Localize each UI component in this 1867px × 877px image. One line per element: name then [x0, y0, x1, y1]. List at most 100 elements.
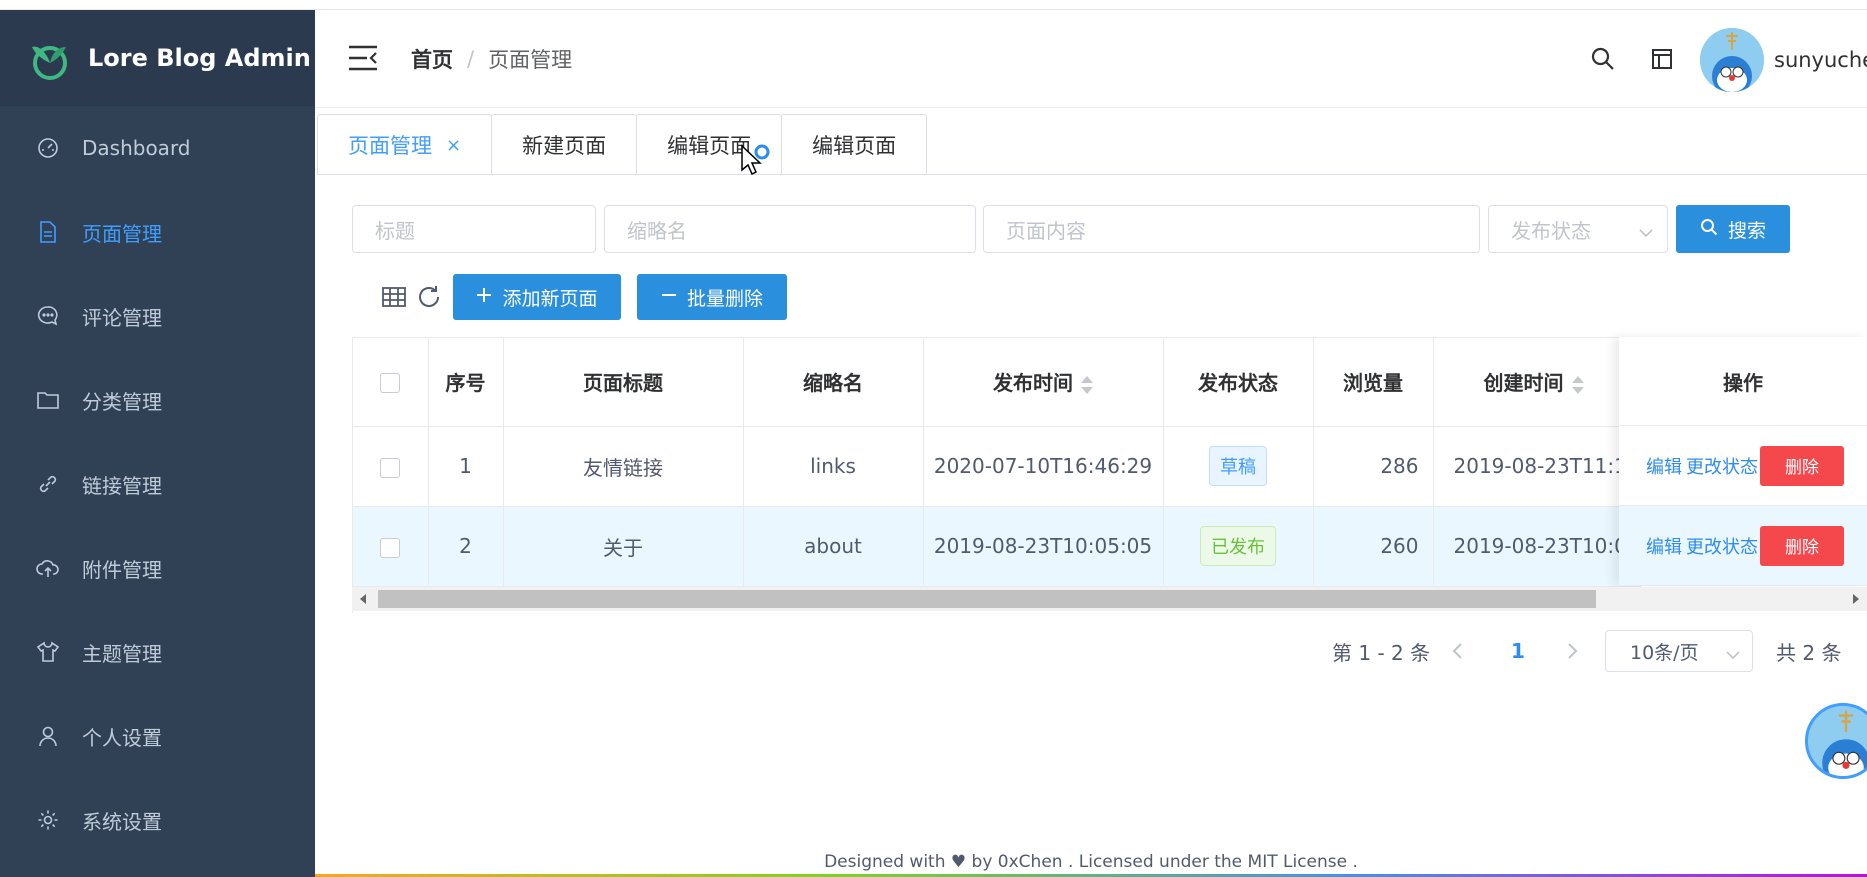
- column-header-actions: 操作: [1619, 337, 1867, 426]
- sidebar-item-label: Dashboard: [82, 136, 191, 160]
- sidebar-item-attachments[interactable]: 附件管理: [0, 526, 315, 610]
- sidebar-menu: Dashboard 页面管理 评论管理 分类管理 链接管理 附件管理 主题管理 …: [0, 106, 315, 862]
- sort-icon[interactable]: [1081, 375, 1093, 394]
- column-header-label: 发布时间: [993, 371, 1073, 396]
- search-button[interactable]: 搜索: [1676, 205, 1790, 253]
- column-header: 页面标题: [503, 338, 744, 427]
- page-number-current[interactable]: 1: [1511, 630, 1525, 672]
- cell-slug: about: [743, 506, 924, 587]
- sidebar-item-system[interactable]: 系统设置: [0, 778, 315, 862]
- row-checkbox[interactable]: [380, 537, 401, 558]
- scroll-right-icon[interactable]: [1853, 594, 1859, 604]
- edit-link[interactable]: 编辑: [1646, 453, 1682, 479]
- floating-avatar[interactable]: [1805, 703, 1867, 779]
- hamburger-menu-icon[interactable]: [347, 44, 379, 72]
- tab-page-management[interactable]: 页面管理 ×: [317, 114, 493, 175]
- slug-input[interactable]: 缩略名: [604, 205, 976, 253]
- change-status-link[interactable]: 更改状态: [1686, 453, 1758, 479]
- cell-title: 关于: [503, 506, 744, 587]
- chevron-right-icon[interactable]: [1567, 630, 1579, 672]
- column-header-label: 创建时间: [1483, 371, 1564, 396]
- status-badge: 草稿: [1209, 446, 1267, 486]
- user-icon: [36, 724, 60, 748]
- sidebar-item-links[interactable]: 链接管理: [0, 442, 315, 526]
- column-header-created-time[interactable]: 创建时间: [1433, 338, 1641, 427]
- actions-column: 操作 编辑 更改状态 删除 编辑 更改状态 删除: [1619, 337, 1867, 586]
- cell-created: 2019-08-23T10:05: [1433, 506, 1641, 587]
- content-placeholder: 页面内容: [1006, 218, 1086, 243]
- horizontal-scrollbar[interactable]: [352, 587, 1867, 611]
- status-select[interactable]: 发布状态: [1488, 205, 1668, 253]
- sort-icon[interactable]: [1571, 375, 1584, 394]
- add-page-button[interactable]: 添加新页面: [453, 274, 621, 320]
- sidebar-item-pages[interactable]: 页面管理: [0, 190, 315, 274]
- pagination-total: 共 2 条: [1776, 640, 1842, 665]
- title-input[interactable]: 标题: [352, 205, 596, 253]
- logo[interactable]: Lore Blog Admin: [0, 10, 315, 106]
- table-row: 2 关于 about 2019-08-23T10:05:05 已发布 260 2…: [353, 506, 1641, 587]
- tab-label: 编辑页面: [812, 134, 897, 158]
- sidebar-item-categories[interactable]: 分类管理: [0, 358, 315, 442]
- shirt-icon: [36, 640, 60, 664]
- batch-delete-label: 批量删除: [686, 287, 763, 310]
- row-checkbox[interactable]: [380, 457, 401, 478]
- cell-status: 草稿: [1163, 426, 1314, 507]
- cell-status: 已发布: [1163, 506, 1314, 587]
- avatar: [1700, 28, 1764, 92]
- refresh-icon[interactable]: [415, 283, 443, 311]
- sidebar-item-label: 页面管理: [82, 221, 162, 246]
- status-badge: 已发布: [1200, 526, 1276, 566]
- sidebar-item-dashboard[interactable]: Dashboard: [0, 106, 315, 190]
- breadcrumb-home[interactable]: 首页: [411, 44, 453, 74]
- column-header-publish-time[interactable]: 发布时间: [923, 338, 1164, 427]
- sidebar-item-label: 评论管理: [82, 305, 162, 330]
- sidebar-item-label: 链接管理: [82, 473, 162, 498]
- username: sunyuchen: [1774, 48, 1867, 72]
- sidebar-item-label: 附件管理: [82, 557, 162, 582]
- tab-new-page[interactable]: 新建页面: [491, 114, 638, 175]
- tab-edit-page-2[interactable]: 编辑页面: [781, 114, 928, 175]
- page-size-select[interactable]: 10条/页: [1605, 630, 1753, 672]
- cell-index: 2: [428, 506, 504, 587]
- folder-icon: [36, 388, 60, 412]
- top-edge: [0, 0, 1867, 10]
- sidebar-item-comments[interactable]: 评论管理: [0, 274, 315, 358]
- edit-link[interactable]: 编辑: [1646, 533, 1682, 559]
- cell-index: 1: [428, 426, 504, 507]
- title-placeholder: 标题: [375, 218, 415, 243]
- user-menu[interactable]: sunyuchen: [1700, 28, 1867, 92]
- column-header: 缩略名: [743, 338, 924, 427]
- cell-created: 2019-08-23T11:18: [1433, 426, 1641, 507]
- select-all-checkbox[interactable]: [380, 373, 401, 394]
- pagination-range: 第 1 - 2 条: [1332, 640, 1431, 665]
- tab-bar: 页面管理 × 新建页面 编辑页面 编辑页面: [317, 114, 928, 175]
- search-button-label: 搜索: [1727, 219, 1766, 242]
- mouse-cursor-icon: [740, 144, 770, 180]
- add-page-label: 添加新页面: [502, 287, 598, 310]
- chevron-left-icon[interactable]: [1451, 630, 1463, 672]
- change-status-link[interactable]: 更改状态: [1686, 533, 1758, 559]
- scroll-left-icon[interactable]: [360, 594, 366, 604]
- table-row: 1 友情链接 links 2020-07-10T16:46:29 草稿 286 …: [353, 426, 1641, 507]
- row-checkbox-cell: [353, 506, 429, 587]
- sidebar-item-themes[interactable]: 主题管理: [0, 610, 315, 694]
- tab-label: 编辑页面: [667, 134, 752, 158]
- sprout-logo-icon: [28, 33, 72, 83]
- app-title: Lore Blog Admin: [88, 44, 311, 72]
- sidebar-item-profile[interactable]: 个人设置: [0, 694, 315, 778]
- plus-icon: [476, 286, 492, 308]
- fullscreen-icon[interactable]: [1649, 46, 1675, 72]
- search-icon: [1700, 218, 1718, 241]
- scrollbar-thumb[interactable]: [378, 590, 1596, 608]
- minus-icon: [661, 286, 677, 308]
- close-icon[interactable]: ×: [446, 135, 461, 156]
- content-input[interactable]: 页面内容: [983, 205, 1480, 253]
- batch-delete-button[interactable]: 批量删除: [637, 274, 787, 320]
- breadcrumb-current: 页面管理: [488, 48, 573, 72]
- chevron-down-icon: [1726, 645, 1740, 667]
- dashboard-icon: [36, 136, 60, 160]
- search-icon[interactable]: [1590, 46, 1616, 72]
- table-columns-icon[interactable]: [380, 283, 408, 311]
- delete-button[interactable]: 删除: [1760, 525, 1844, 566]
- delete-button[interactable]: 删除: [1760, 445, 1844, 486]
